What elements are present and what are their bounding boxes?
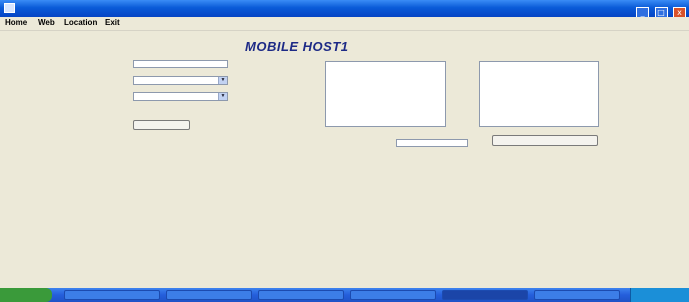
- taskbar-item[interactable]: [350, 290, 436, 300]
- taskbar: [0, 288, 689, 302]
- menu-item-exit[interactable]: Exit: [105, 18, 120, 27]
- chevron-down-icon[interactable]: ▼: [218, 77, 227, 84]
- menu-item-web[interactable]: Web: [38, 18, 55, 27]
- main-panel: MOBILE HOST1 ▼ ▼: [0, 31, 689, 288]
- taskbar-item[interactable]: [166, 290, 252, 300]
- submit-button[interactable]: [133, 120, 190, 130]
- menu-item-location[interactable]: Location: [64, 18, 97, 27]
- menu-bar: Home Web Location Exit: [0, 17, 689, 31]
- taskbar-item[interactable]: [64, 290, 160, 300]
- page-title: MOBILE HOST1: [245, 39, 349, 54]
- port-field[interactable]: [133, 60, 228, 68]
- query-list[interactable]: [325, 61, 446, 127]
- system-tray[interactable]: [630, 288, 689, 302]
- menu-item-home[interactable]: Home: [5, 18, 27, 27]
- app-icon: [4, 3, 15, 13]
- query-location-select[interactable]: ▼: [133, 76, 228, 85]
- taskbar-item[interactable]: [534, 290, 620, 300]
- chevron-down-icon[interactable]: ▼: [218, 93, 227, 100]
- third-field-select[interactable]: ▼: [133, 92, 228, 101]
- start-button[interactable]: [0, 288, 52, 302]
- taskbar-item-active[interactable]: [442, 290, 528, 300]
- taskbar-item[interactable]: [258, 290, 344, 300]
- response-field[interactable]: [396, 139, 468, 147]
- results-list[interactable]: [479, 61, 599, 127]
- window-titlebar[interactable]: _ □ x: [0, 0, 689, 19]
- reset-button[interactable]: [492, 135, 598, 146]
